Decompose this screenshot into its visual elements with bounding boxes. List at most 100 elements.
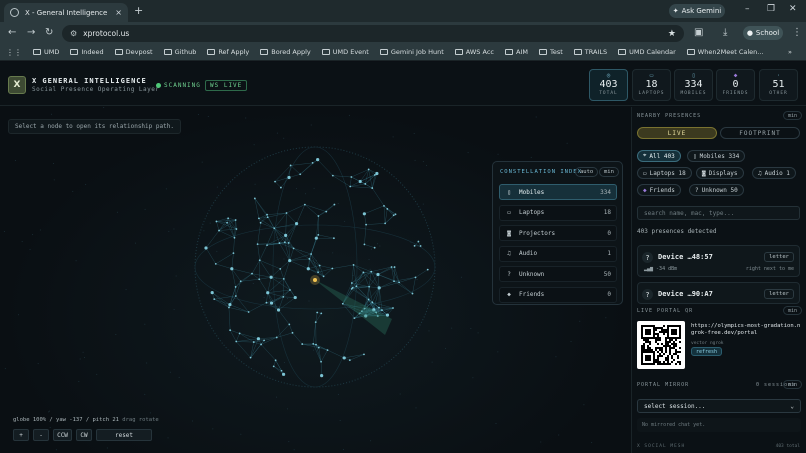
filter-friends-chip[interactable]: ◆ Friends bbox=[637, 184, 681, 196]
bookmark-test[interactable]: Test bbox=[538, 48, 563, 56]
bookmark-bored-apply[interactable]: Bored Apply bbox=[260, 48, 311, 56]
qr-module bbox=[675, 351, 677, 353]
presence-node bbox=[362, 212, 366, 216]
search-input[interactable]: search name, mac, type... bbox=[637, 206, 800, 220]
bookmark-umd-event[interactable]: UMD Event bbox=[321, 48, 369, 56]
forward-icon[interactable]: → bbox=[27, 27, 35, 38]
bookmark-trails[interactable]: TRAILS bbox=[573, 48, 607, 56]
stat-mobiles[interactable]: ▯ 334 MOBILES bbox=[674, 69, 713, 101]
constellation-row-friends[interactable]: ◆ Friends 0 bbox=[499, 286, 617, 303]
bookmark-indeed[interactable]: Indeed bbox=[70, 48, 104, 56]
sidepanel-icon[interactable]: ▣ bbox=[694, 27, 703, 38]
stat-laptops[interactable]: ▭ 18 LAPTOPS bbox=[632, 69, 671, 101]
presence-node bbox=[269, 301, 274, 305]
globe-canvas[interactable]: Select a node to open its relationship p… bbox=[0, 107, 630, 453]
filter-laptops-chip[interactable]: ▭ Laptops 18 bbox=[637, 167, 692, 179]
new-tab-button[interactable]: + bbox=[134, 4, 143, 17]
session-select[interactable]: select session... ⌄ bbox=[637, 399, 801, 413]
bookmark-when2meet[interactable]: When2Meet Calen... bbox=[686, 48, 763, 56]
bookmark-gemini-job-hunt[interactable]: Gemini Job Hunt bbox=[379, 48, 444, 56]
qr-module bbox=[641, 357, 643, 359]
star-dot bbox=[37, 363, 39, 365]
back-icon[interactable]: ← bbox=[8, 27, 16, 38]
star-dot bbox=[197, 113, 199, 115]
zoom-in-button[interactable]: + bbox=[13, 429, 29, 441]
minimize-button[interactable]: – bbox=[745, 4, 750, 14]
star-dot bbox=[53, 179, 55, 181]
network-link bbox=[205, 247, 216, 264]
filter-unknown-chip[interactable]: ? Unknown 50 bbox=[689, 184, 744, 196]
close-window-button[interactable]: ✕ bbox=[789, 4, 797, 14]
device-card[interactable]: ? Device …90:A7 letter bbox=[637, 282, 800, 304]
profile-button[interactable]: ● School bbox=[743, 26, 783, 40]
site-settings-icon[interactable]: ⚙ bbox=[70, 29, 77, 38]
bookmark-umd[interactable]: UMD bbox=[33, 48, 59, 56]
bookmark-label: UMD Calendar bbox=[629, 48, 676, 56]
constellation-row-audio[interactable]: ♫ Audio 1 bbox=[499, 245, 617, 262]
star-dot bbox=[49, 426, 51, 428]
letter-button[interactable]: letter bbox=[764, 289, 794, 299]
bookmark-label: Ref Apply bbox=[218, 48, 250, 56]
qr-module bbox=[677, 325, 679, 327]
constellation-row-unknown[interactable]: ? Unknown 50 bbox=[499, 266, 617, 282]
bookmark-star-icon[interactable]: ★ bbox=[668, 29, 676, 39]
star-dot bbox=[530, 156, 532, 158]
reload-icon[interactable]: ↻ bbox=[45, 27, 53, 38]
reset-view-button[interactable]: reset bbox=[96, 429, 152, 441]
app-logo: X bbox=[8, 76, 26, 94]
constellation-row-laptops[interactable]: ▭ Laptops 18 bbox=[499, 204, 617, 221]
url-bar[interactable]: ⚙ xprotocol.us ★ bbox=[62, 25, 684, 42]
live-toggle[interactable]: LIVE bbox=[637, 127, 717, 139]
ask-gemini-button[interactable]: ✦ Ask Gemini bbox=[669, 4, 725, 18]
bookmark-aws-acc[interactable]: AWS Acc bbox=[454, 48, 494, 56]
more-bookmarks-button[interactable]: » bbox=[788, 48, 792, 56]
rotate-cw-button[interactable]: CW bbox=[76, 429, 92, 441]
filter-displays-chip[interactable]: ◙ Displays bbox=[696, 167, 744, 179]
network-link bbox=[332, 175, 351, 187]
constellation-row-projectors[interactable]: ◙ Projectors 0 bbox=[499, 225, 617, 241]
filter-audio-chip[interactable]: ♫ Audio 1 bbox=[752, 167, 796, 179]
stat-friends[interactable]: ◆ 0 FRIENDS bbox=[716, 69, 755, 101]
network-link bbox=[308, 254, 312, 269]
device-card[interactable]: ? Device …48:57 letter ▂▄▆ -34 dBm right… bbox=[637, 245, 800, 277]
portal-url[interactable]: https://olympics-most-gradation.ngrok-fr… bbox=[691, 323, 803, 337]
close-tab-icon[interactable]: × bbox=[115, 8, 122, 17]
browser-tab[interactable]: X - General Intelligence × bbox=[4, 3, 128, 22]
footprint-toggle[interactable]: FOOTPRINT bbox=[720, 127, 800, 139]
bookmark-github[interactable]: Github bbox=[163, 48, 196, 56]
letter-button[interactable]: letter bbox=[764, 252, 794, 262]
presence-node bbox=[266, 291, 270, 295]
star-dot bbox=[399, 393, 401, 395]
star-dot bbox=[414, 159, 416, 161]
star-dot bbox=[173, 228, 175, 230]
network-link bbox=[365, 183, 373, 189]
bookmark-devpost[interactable]: Devpost bbox=[114, 48, 153, 56]
auto-button[interactable]: auto bbox=[575, 167, 599, 177]
apps-grid-icon[interactable]: ⋮⋮ bbox=[6, 48, 22, 57]
bookmark-aim[interactable]: AIM bbox=[504, 48, 528, 56]
stat-total[interactable]: ◎ 403 TOTAL bbox=[589, 69, 628, 101]
nearby-min-button[interactable]: min bbox=[783, 111, 803, 120]
qr-module bbox=[649, 349, 651, 351]
qr-module bbox=[657, 327, 659, 329]
stat-other[interactable]: · 51 OTHER bbox=[759, 69, 798, 101]
constellation-row-mobiles[interactable]: ▯ Mobiles 334 bbox=[499, 184, 617, 200]
zoom-out-button[interactable]: - bbox=[33, 429, 49, 441]
portal-min-button[interactable]: min bbox=[783, 306, 803, 315]
restore-button[interactable]: ❐ bbox=[767, 4, 775, 14]
minimize-panel-button[interactable]: min bbox=[599, 167, 619, 177]
star-dot bbox=[422, 161, 424, 163]
filter-mobiles-chip[interactable]: ▯ Mobiles 334 bbox=[687, 150, 746, 162]
download-icon[interactable]: ⤓ bbox=[723, 27, 727, 38]
portal-qr-code[interactable] bbox=[637, 321, 685, 369]
filter-all-chip[interactable]: ⌖ All 403 bbox=[637, 150, 681, 162]
bookmark-umd-calendar[interactable]: UMD Calendar bbox=[618, 48, 676, 56]
network-link bbox=[286, 212, 297, 224]
mirror-min-button[interactable]: min bbox=[783, 380, 803, 389]
qr-module bbox=[663, 363, 665, 365]
rotate-ccw-button[interactable]: CCW bbox=[53, 429, 72, 441]
bookmark-ref-apply[interactable]: Ref Apply bbox=[207, 48, 249, 56]
menu-icon[interactable]: ⋮ bbox=[792, 27, 802, 38]
refresh-button[interactable]: refresh bbox=[691, 347, 723, 356]
qr-module bbox=[645, 351, 647, 353]
